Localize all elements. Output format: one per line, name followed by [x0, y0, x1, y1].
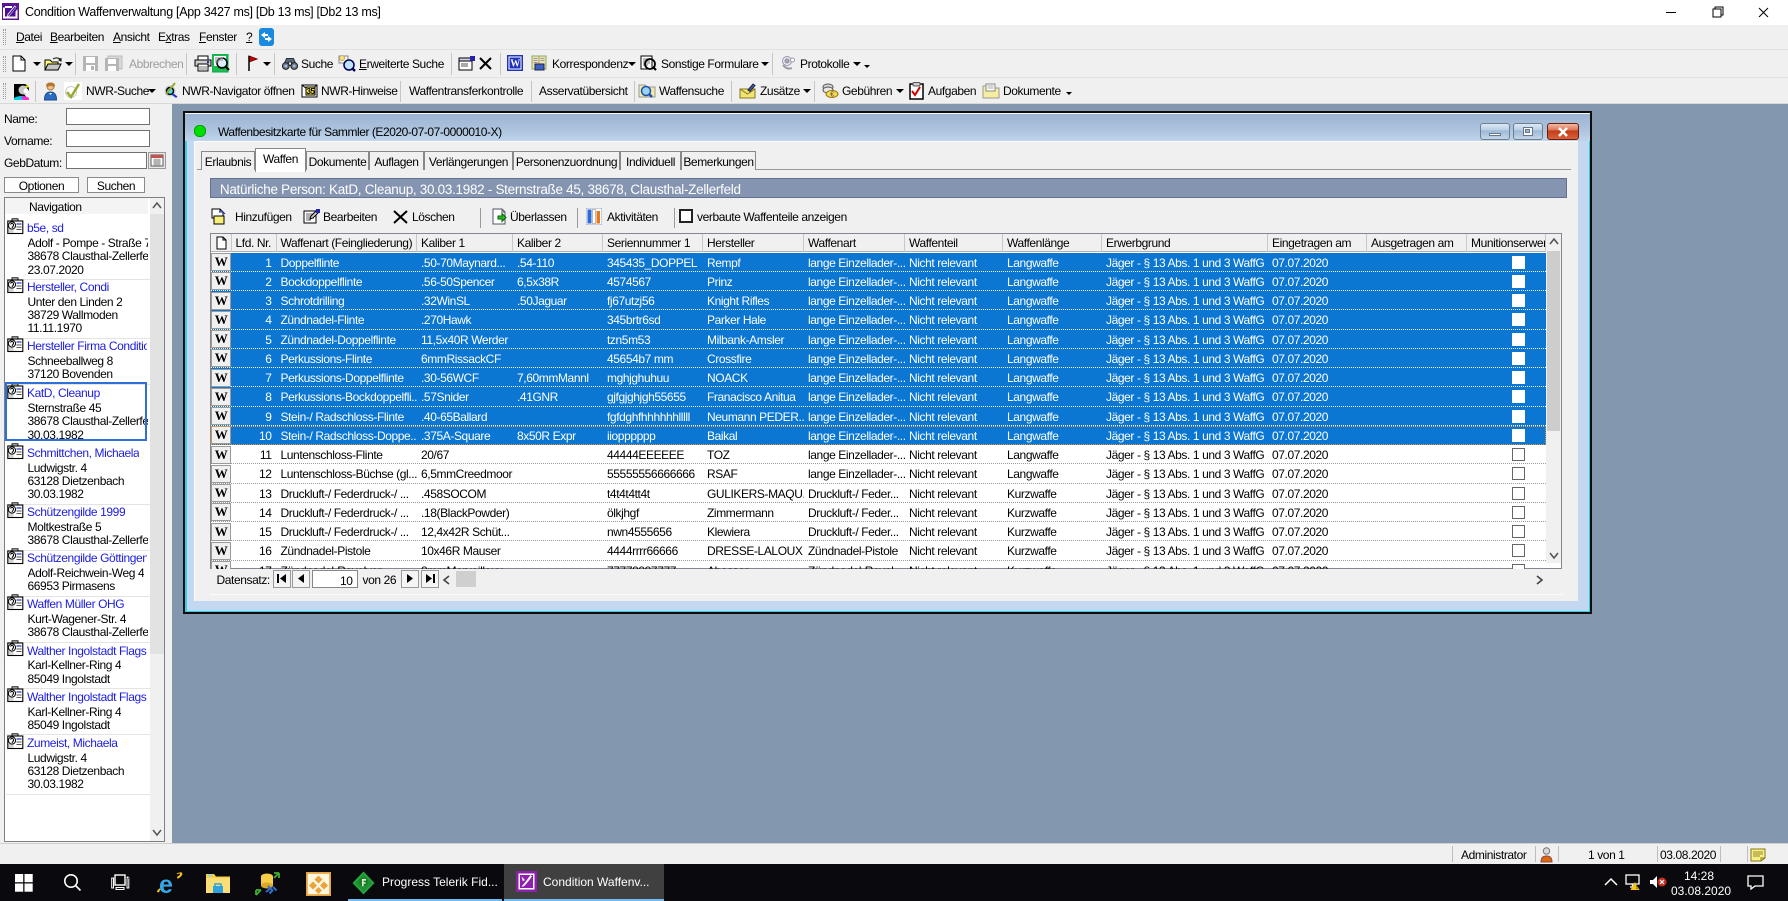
- svg-text:€: €: [830, 92, 834, 99]
- svg-text:35: 35: [306, 87, 315, 96]
- svg-text:!: !: [1636, 885, 1638, 890]
- svg-text:e: e: [159, 872, 173, 895]
- svg-text:W: W: [510, 59, 520, 70]
